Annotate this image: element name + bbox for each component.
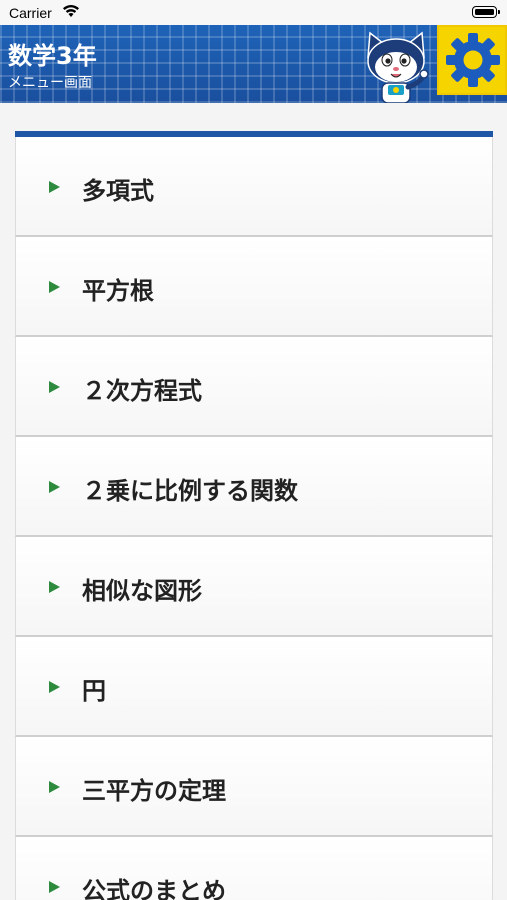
menu-item-polynomial[interactable]: 多項式: [15, 137, 493, 237]
menu-item-label: 平方根: [82, 277, 154, 305]
triangle-right-icon: [49, 281, 60, 293]
settings-button[interactable]: [437, 25, 507, 95]
triangle-right-icon: [49, 781, 60, 793]
app-header: 数学3年 メニュー画面: [0, 25, 507, 103]
menu-item-label: 円: [82, 677, 106, 705]
menu-item-label: ２次方程式: [82, 377, 202, 405]
menu-item-square-function[interactable]: ２乗に比例する関数: [15, 437, 493, 537]
wifi-icon: [63, 5, 79, 17]
menu-item-circle[interactable]: 円: [15, 637, 493, 737]
menu-item-square-root[interactable]: 平方根: [15, 237, 493, 337]
battery-icon: [472, 6, 500, 18]
menu-item-label: 公式のまとめ: [82, 877, 226, 900]
status-bar: Carrier: [0, 0, 507, 25]
triangle-right-icon: [49, 881, 60, 893]
menu-item-label: 多項式: [82, 177, 154, 205]
menu-item-label: ２乗に比例する関数: [82, 477, 298, 505]
page-title: 数学3年: [8, 42, 97, 70]
mascot-cat-icon: [367, 31, 429, 103]
carrier-label: Carrier: [9, 5, 52, 21]
triangle-right-icon: [49, 381, 60, 393]
menu-item-label: 相似な図形: [82, 577, 202, 605]
menu-list: 多項式 平方根 ２次方程式 ２乗に比例する関数 相似な図形 円 三平方の定理 公…: [15, 131, 493, 900]
gear-icon: [446, 33, 500, 87]
menu-item-label: 三平方の定理: [82, 777, 226, 805]
triangle-right-icon: [49, 481, 60, 493]
menu-item-formula-summary[interactable]: 公式のまとめ: [15, 837, 493, 900]
triangle-right-icon: [49, 181, 60, 193]
page-subtitle: メニュー画面: [8, 75, 92, 91]
menu-item-pythagorean-theorem[interactable]: 三平方の定理: [15, 737, 493, 837]
menu-item-similar-figures[interactable]: 相似な図形: [15, 537, 493, 637]
triangle-right-icon: [49, 581, 60, 593]
triangle-right-icon: [49, 681, 60, 693]
menu-item-quadratic-equation[interactable]: ２次方程式: [15, 337, 493, 437]
